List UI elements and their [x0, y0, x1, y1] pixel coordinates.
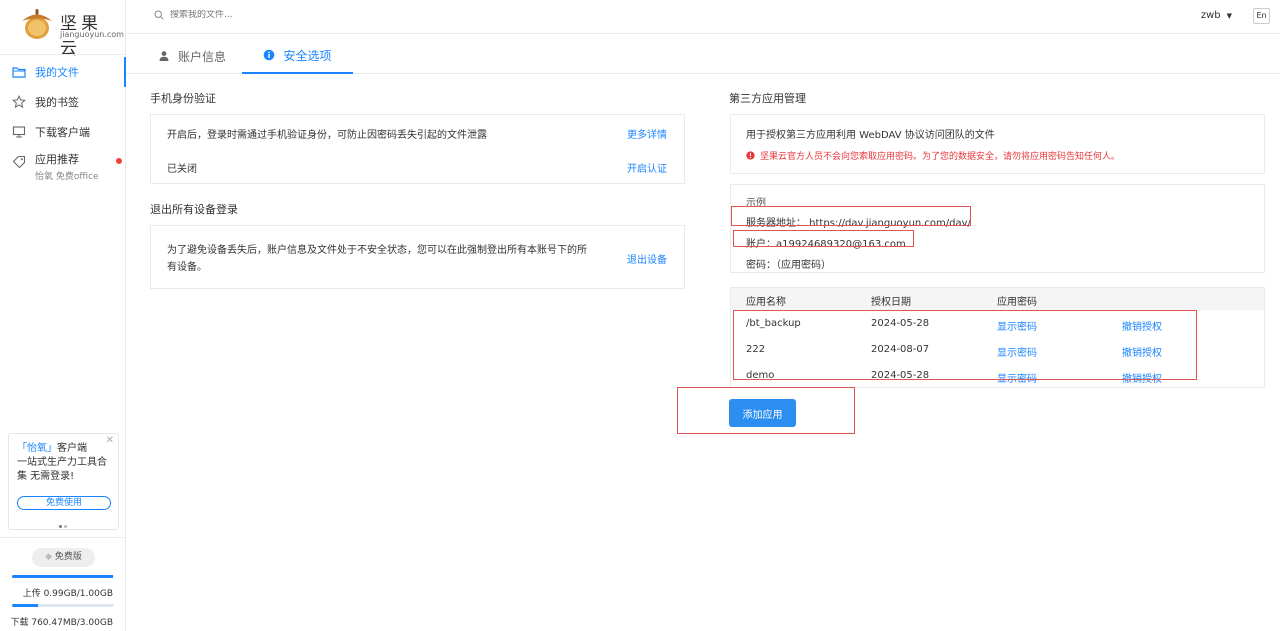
upload-quota-fill [12, 575, 113, 578]
annotation-box-apps [733, 310, 1197, 380]
sidebar-item-label: 下载客户端 [35, 126, 90, 139]
password-hint: 密码：（应用密码） [746, 260, 831, 271]
download-quota-bar [12, 604, 114, 607]
more-details-link[interactable]: 更多详情 [627, 126, 667, 141]
settings-tabs: 账户信息 安全选项 [126, 38, 1280, 74]
logout-desc-line1: 为了避免设备丢失后，账户信息及文件处于不安全状态，您可以在此强制登出所有本账号下… [167, 245, 587, 256]
promo-text: 「怡氧」客户端 一站式生产力工具合集 无需登录! [17, 442, 113, 484]
quota-divider [0, 537, 126, 538]
caret-down-icon: ▼ [1226, 12, 1232, 20]
annotation-box-account [733, 230, 914, 247]
tab-label: 安全选项 [283, 48, 332, 63]
tag-icon [12, 155, 26, 169]
download-quota-label: 下载 760.47MB/3.00GB [10, 618, 113, 628]
user-menu[interactable]: zwb ▼ [1201, 10, 1232, 21]
user-icon [159, 51, 169, 61]
column-header-password: 应用密码 [997, 297, 1037, 308]
promo-text-a: 客户端 [57, 443, 87, 454]
promo-brand: 「怡氧」 [17, 443, 57, 454]
webdav-example-card: 示例 服务器地址： https://dav.jianguoyun.com/dav… [730, 184, 1265, 273]
phone-auth-title: 手机身份验证 [150, 92, 216, 105]
search-icon [154, 10, 164, 20]
username: zwb [1200, 10, 1221, 21]
tab-label: 账户信息 [177, 49, 226, 64]
logout-desc-line2: 有设备。 [167, 262, 207, 273]
third-party-title: 第三方应用管理 [729, 92, 806, 105]
upload-quota-label: 上传 0.99GB/1.00GB [22, 589, 113, 599]
tab-account-info[interactable]: 账户信息 [142, 38, 242, 74]
logout-all-desc: 为了避免设备丢失后，账户信息及文件处于不安全状态，您可以在此强制登出所有本账号下… [167, 242, 587, 276]
third-party-intro-card: 用于授权第三方应用利用 WebDAV 协议访问团队的文件 坚果云官方人员不会向您… [730, 114, 1265, 174]
sidebar-item-app-recommend[interactable]: 应用推荐 怡氧 免费office [0, 149, 126, 183]
logout-all-title: 退出所有设备登录 [150, 203, 238, 216]
sidebar-item-my-files[interactable]: 我的文件 [0, 57, 126, 87]
carousel-dots[interactable] [59, 517, 69, 531]
diamond-icon: ◆ [45, 552, 53, 562]
sidebar-item-label: 应用推荐 [35, 153, 79, 166]
table-header: 应用名称 授权日期 应用密码 [731, 288, 1264, 310]
logout-devices-link[interactable]: 退出设备 [627, 251, 667, 266]
alert-icon [746, 151, 755, 160]
phone-auth-card: 开启后，登录时需通过手机验证身份，可防止因密码丢失引起的文件泄露 更多详情 已关… [150, 114, 685, 184]
notification-dot [116, 158, 122, 164]
logo[interactable]: 坚果云 jianguoyun.com [18, 6, 124, 59]
upload-quota-bar [12, 575, 114, 578]
sidebar-item-label: 我的书签 [35, 96, 79, 109]
download-quota-fill [12, 604, 38, 607]
sidebar-item-bookmarks[interactable]: 我的书签 [0, 87, 126, 117]
phone-auth-desc: 开启后，登录时需通过手机验证身份，可防止因密码丢失引起的文件泄露 [167, 130, 487, 141]
star-icon [12, 95, 26, 109]
search-input[interactable] [170, 10, 370, 20]
third-party-desc: 用于授权第三方应用利用 WebDAV 协议访问团队的文件 [746, 130, 995, 141]
nav-divider [0, 54, 126, 55]
brand-domain: jianguoyun.com [60, 30, 124, 39]
sidebar-item-download-client[interactable]: 下载客户端 [0, 117, 126, 147]
annotation-box-server [731, 206, 971, 226]
sidebar-item-sublabel: 怡氧 免费office [35, 172, 99, 182]
sidebar-item-label: 我的文件 [35, 66, 79, 79]
app-recommend-text: 应用推荐 怡氧 免费office [35, 151, 99, 182]
phone-auth-status: 已关闭 [167, 164, 197, 175]
info-icon [264, 49, 275, 61]
plan-badge[interactable]: ◆ 免费版 [32, 548, 95, 567]
column-header-name: 应用名称 [746, 297, 786, 308]
security-warning: 坚果云官方人员不会向您索取应用密码。为了您的数据安全，请勿将应用密码告知任何人。 [746, 149, 1120, 162]
annotation-box-add-button [677, 387, 855, 434]
warning-text: 坚果云官方人员不会向您索取应用密码。为了您的数据安全，请勿将应用密码告知任何人。 [760, 152, 1121, 162]
top-header: zwb ▼ En [126, 0, 1280, 34]
acorn-logo-icon [22, 9, 52, 39]
app: 坚果云 jianguoyun.com 我的文件 我的书签 下载客户端 应用推荐 … [0, 0, 1280, 631]
folder-icon [12, 67, 26, 78]
promo-free-use-button[interactable]: 免费使用 [17, 496, 111, 510]
sidebar: 坚果云 jianguoyun.com 我的文件 我的书签 下载客户端 应用推荐 … [0, 0, 126, 631]
plan-label: 免费版 [54, 552, 82, 562]
enable-auth-link[interactable]: 开启认证 [627, 160, 667, 175]
tab-security-options[interactable]: 安全选项 [242, 38, 353, 74]
search-box [154, 10, 370, 20]
column-header-date: 授权日期 [871, 297, 911, 308]
monitor-icon [12, 126, 26, 138]
promo-text-b: 一站式生产力工具合集 无需登录! [17, 457, 107, 482]
language-toggle[interactable]: En [1253, 8, 1270, 24]
logout-all-card: 为了避免设备丢失后，账户信息及文件处于不安全状态，您可以在此强制登出所有本账号下… [150, 225, 685, 289]
promo-card: ✕ 「怡氧」客户端 一站式生产力工具合集 无需登录! 免费使用 [8, 433, 119, 530]
